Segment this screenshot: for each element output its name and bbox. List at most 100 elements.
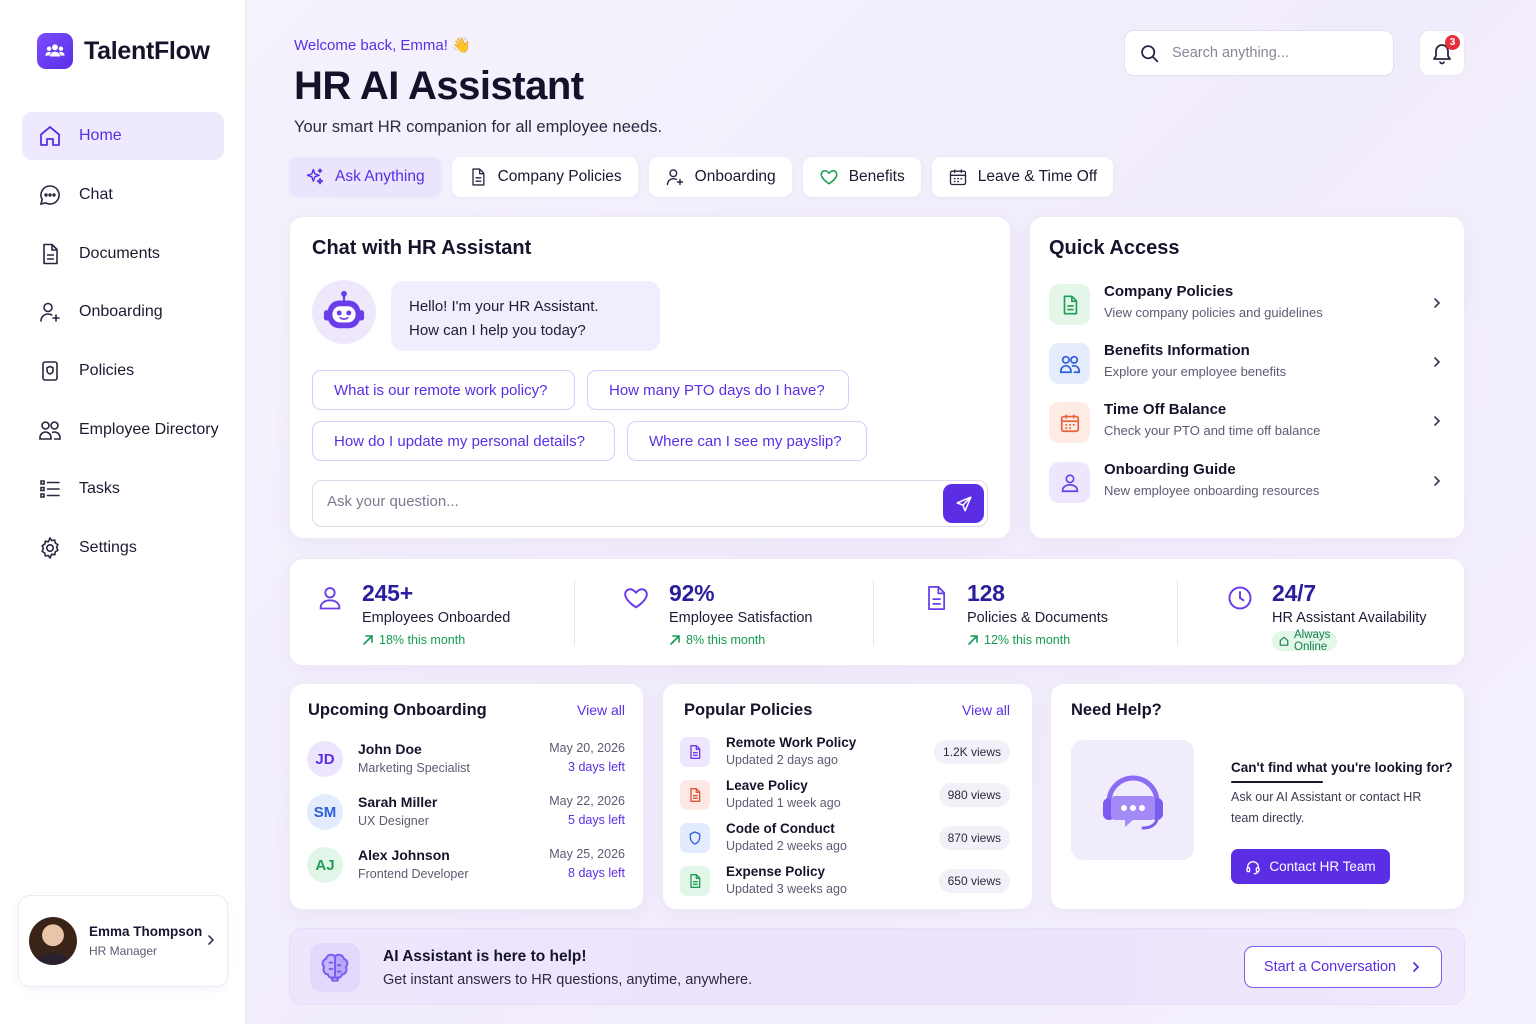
sidebar-nav: Home Chat Documents Onboarding Policies bbox=[22, 112, 224, 582]
policy-updated: Updated 1 week ago bbox=[726, 796, 841, 810]
quick-access-title-text: Benefits Information bbox=[1104, 342, 1250, 359]
document-icon bbox=[1049, 284, 1090, 325]
profile-role: HR Manager bbox=[89, 944, 158, 958]
status-badge: Always Online bbox=[1272, 629, 1338, 653]
users-icon bbox=[1049, 343, 1090, 384]
divider bbox=[574, 580, 575, 646]
policies-view-all-link[interactable]: View all bbox=[962, 702, 1010, 718]
policy-row-code-of-conduct[interactable]: Code of Conduct Updated 2 weeks ago 870 … bbox=[680, 821, 1012, 859]
sidebar-item-employee-directory[interactable]: Employee Directory bbox=[22, 406, 224, 454]
quick-access-item-onboarding-guide[interactable]: Onboarding Guide New employee onboarding… bbox=[1049, 460, 1445, 508]
headset-icon bbox=[1093, 760, 1173, 840]
sidebar-item-policies[interactable]: Policies bbox=[22, 347, 224, 395]
suggestion-chip[interactable]: How do I update my personal details? bbox=[312, 421, 615, 461]
chevron-right-icon bbox=[1431, 296, 1443, 310]
greeting-line: Hello! I'm your HR Assistant. bbox=[409, 298, 599, 315]
button-label: Start a Conversation bbox=[1263, 959, 1397, 975]
search-icon bbox=[1139, 43, 1160, 64]
days-left: 8 days left bbox=[568, 866, 625, 880]
quick-access-item-time-off[interactable]: Time Off Balance Check your PTO and time… bbox=[1049, 400, 1445, 448]
chat-input-box bbox=[312, 480, 988, 527]
send-button[interactable] bbox=[943, 484, 984, 523]
tab-ask-anything[interactable]: Ask Anything bbox=[289, 157, 441, 197]
avatar: AJ bbox=[307, 847, 343, 883]
policy-icon bbox=[37, 358, 63, 384]
calendar-icon bbox=[1049, 402, 1090, 443]
suggestion-chip[interactable]: What is our remote work policy? bbox=[312, 370, 575, 410]
start-date: May 22, 2026 bbox=[549, 794, 625, 808]
page-title: HR AI Assistant bbox=[294, 64, 584, 108]
chat-input[interactable] bbox=[327, 493, 927, 510]
contact-hr-button[interactable]: Contact HR Team bbox=[1231, 849, 1390, 884]
tab-label: Ask Anything bbox=[335, 168, 425, 185]
view-count-badge: 980 views bbox=[938, 783, 1010, 807]
stat-value: 24/7 bbox=[1272, 580, 1316, 606]
tab-benefits[interactable]: Benefits bbox=[802, 157, 921, 197]
sidebar-item-label: Documents bbox=[79, 244, 160, 262]
quick-access-item-benefits[interactable]: Benefits Information Explore your employ… bbox=[1049, 341, 1445, 389]
sidebar-item-home[interactable]: Home bbox=[22, 112, 224, 160]
policy-row-remote-work[interactable]: Remote Work Policy Updated 2 days ago 1.… bbox=[680, 735, 1012, 773]
start-date: May 25, 2026 bbox=[549, 847, 625, 861]
sidebar-item-tasks[interactable]: Tasks bbox=[22, 465, 224, 513]
employee-name: Sarah Miller bbox=[358, 794, 438, 810]
sidebar-item-onboarding[interactable]: Onboarding bbox=[22, 288, 224, 336]
help-heading: Can't find what you're looking for? bbox=[1231, 760, 1453, 775]
sidebar-item-label: Chat bbox=[79, 185, 113, 203]
chevron-right-icon bbox=[1410, 960, 1422, 974]
document-icon bbox=[680, 737, 710, 767]
quick-access-item-company-policies[interactable]: Company Policies View company policies a… bbox=[1049, 282, 1445, 330]
policy-name: Code of Conduct bbox=[726, 821, 835, 836]
list-item[interactable]: SM Sarah Miller UX Designer May 22, 2026… bbox=[307, 794, 627, 838]
robot-icon bbox=[321, 289, 367, 335]
trend-text: 18% this month bbox=[379, 633, 466, 647]
heart-icon bbox=[622, 584, 650, 612]
view-count-badge: 870 views bbox=[938, 826, 1010, 850]
sidebar-item-documents[interactable]: Documents bbox=[22, 230, 224, 278]
onboarding-view-all-link[interactable]: View all bbox=[577, 702, 625, 718]
start-conversation-button[interactable]: Start a Conversation bbox=[1244, 946, 1442, 988]
user-profile-card[interactable]: Emma Thompson HR Manager bbox=[18, 895, 228, 987]
policy-row-leave[interactable]: Leave Policy Updated 1 week ago 980 view… bbox=[680, 778, 1012, 816]
brand[interactable]: TalentFlow bbox=[37, 33, 210, 69]
document-icon bbox=[37, 241, 63, 267]
quick-access-desc: View company policies and guidelines bbox=[1104, 305, 1323, 320]
stat-label: Employees Onboarded bbox=[362, 610, 511, 626]
policy-row-expense[interactable]: Expense Policy Updated 3 weeks ago 650 v… bbox=[680, 864, 1012, 902]
trend-text: 12% this month bbox=[984, 633, 1071, 647]
policy-name: Expense Policy bbox=[726, 864, 826, 879]
divider bbox=[873, 580, 874, 646]
status-text: Always Online bbox=[1294, 629, 1331, 653]
policy-updated: Updated 3 weeks ago bbox=[726, 882, 847, 896]
avatar: JD bbox=[307, 741, 343, 777]
quick-access-title-text: Time Off Balance bbox=[1104, 401, 1227, 418]
tab-onboarding[interactable]: Onboarding bbox=[648, 157, 792, 197]
tab-company-policies[interactable]: Company Policies bbox=[451, 157, 638, 197]
user-icon bbox=[316, 584, 344, 612]
home-icon bbox=[37, 123, 63, 149]
chevron-right-icon bbox=[1431, 414, 1443, 428]
employee-role: Frontend Developer bbox=[358, 867, 469, 881]
assistant-greeting-bubble: Hello! I'm your HR Assistant. How can I … bbox=[391, 281, 660, 351]
sidebar: TalentFlow Home Chat Documents Onboardin… bbox=[0, 0, 246, 1024]
user-plus-icon bbox=[665, 167, 685, 187]
quick-access-title: Quick Access bbox=[1049, 237, 1180, 259]
sidebar-item-chat[interactable]: Chat bbox=[22, 171, 224, 219]
list-item[interactable]: AJ Alex Johnson Frontend Developer May 2… bbox=[307, 847, 627, 891]
suggestion-chip[interactable]: How many PTO days do I have? bbox=[587, 370, 849, 410]
stat-label: Policies & Documents bbox=[967, 610, 1109, 626]
chat-icon bbox=[37, 182, 63, 208]
search-input[interactable] bbox=[1172, 45, 1372, 61]
list-item[interactable]: JD John Doe Marketing Specialist May 20,… bbox=[307, 741, 627, 785]
document-icon bbox=[680, 866, 710, 896]
suggestion-chip[interactable]: Where can I see my payslip? bbox=[627, 421, 867, 461]
search-box[interactable] bbox=[1124, 30, 1394, 76]
policy-updated: Updated 2 days ago bbox=[726, 753, 838, 767]
notifications-button[interactable]: 3 bbox=[1419, 30, 1465, 76]
tab-leave-time-off[interactable]: Leave & Time Off bbox=[931, 157, 1114, 197]
sidebar-item-label: Settings bbox=[79, 538, 137, 556]
stat-trend: 18% this month bbox=[362, 633, 465, 647]
heart-icon bbox=[819, 167, 839, 187]
sidebar-item-settings[interactable]: Settings bbox=[22, 524, 224, 572]
quick-access-desc: Check your PTO and time off balance bbox=[1104, 423, 1321, 438]
